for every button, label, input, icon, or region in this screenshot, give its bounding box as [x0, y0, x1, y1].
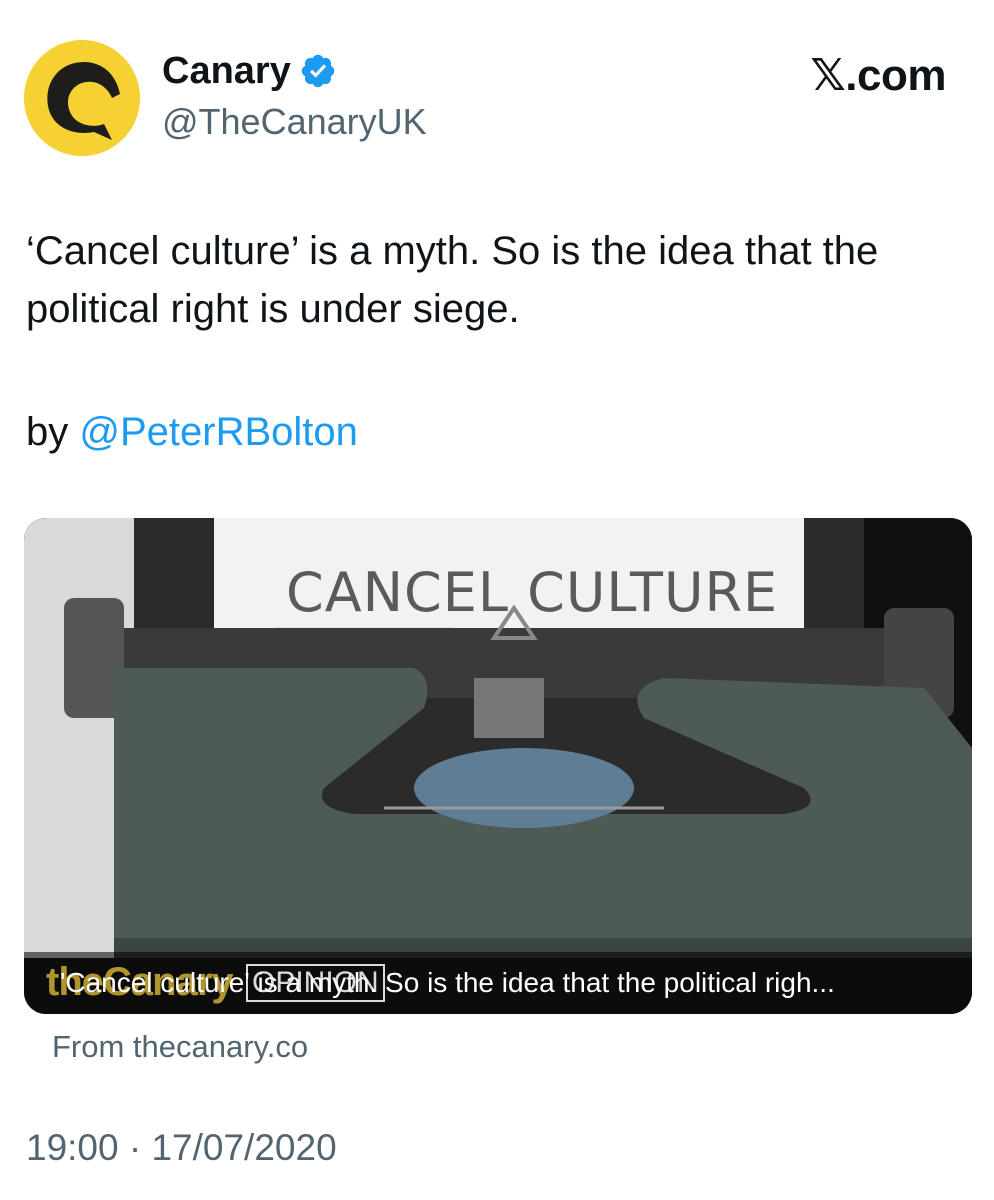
verified-badge-icon	[301, 54, 335, 88]
canary-bird-logo-icon	[24, 40, 140, 156]
author-name[interactable]: Canary	[162, 52, 337, 90]
avatar[interactable]	[24, 40, 140, 156]
tweet-timestamp[interactable]: 19:00 · 17/07/2020	[26, 1126, 337, 1170]
card-source[interactable]: From thecanary.co	[52, 1028, 308, 1065]
card-caption-bar: theCanary OPINION 'Cancel culture' is a …	[24, 952, 972, 1014]
byline-prefix: by	[26, 410, 80, 454]
tweet-byline: by @PeterRBolton	[26, 406, 358, 458]
byline-mention-link[interactable]: @PeterRBolton	[79, 410, 358, 454]
tweet-text: ‘Cancel culture’ is a myth. So is the id…	[26, 229, 879, 331]
card-image-headline: CANCEL CULTURE	[286, 561, 779, 624]
author-name-label: Canary	[162, 50, 291, 92]
x-brand-logo: 𝕏.com	[810, 51, 946, 100]
card-title: 'Cancel culture' is a myth. So is the id…	[60, 967, 835, 998]
author-handle[interactable]: @TheCanaryUK	[162, 104, 427, 140]
link-preview-card[interactable]: CANCEL CULTURE theCanary OPINION 'Cancel…	[24, 518, 972, 1014]
